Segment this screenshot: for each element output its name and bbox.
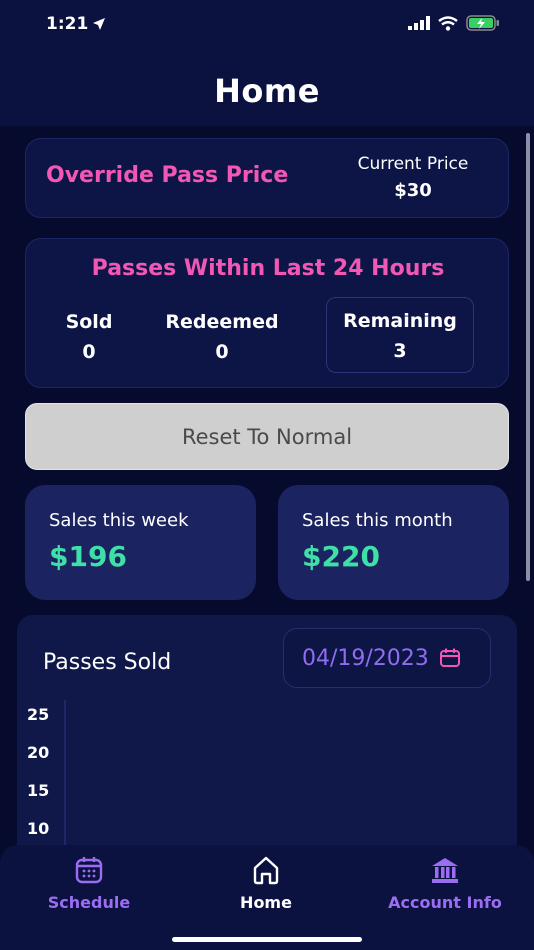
scrollbar[interactable] <box>526 133 530 581</box>
stat-redeemed: Redeemed 0 <box>144 311 300 363</box>
stat-sold: Sold 0 <box>54 311 124 363</box>
date-picker[interactable]: 04/19/2023 <box>283 628 491 688</box>
sales-month-label: Sales this month <box>302 510 453 531</box>
y-tick-label: 15 <box>27 781 50 800</box>
tab-schedule[interactable]: Schedule <box>30 855 148 912</box>
home-icon <box>253 856 279 885</box>
passes-sold-chart-card: Passes Sold 04/19/2023 25 20 15 10 <box>17 615 517 875</box>
sales-month-value: $220 <box>302 540 380 573</box>
tab-home-label: Home <box>240 893 292 912</box>
wifi-icon <box>438 15 458 31</box>
calendar-icon <box>75 857 103 884</box>
calendar-icon <box>439 648 460 667</box>
current-price-value: $30 <box>394 180 432 201</box>
passes-summary-title: Passes Within Last 24 Hours <box>91 256 445 281</box>
stat-redeemed-value: 0 <box>215 341 229 363</box>
stat-sold-label: Sold <box>65 311 113 333</box>
stat-remaining[interactable]: Remaining 3 <box>326 297 474 373</box>
stat-remaining-value: 3 <box>393 340 407 362</box>
stat-redeemed-label: Redeemed <box>165 311 279 333</box>
tab-bar: Schedule Home Account Info <box>0 845 534 950</box>
location-arrow-icon <box>93 18 106 30</box>
stat-remaining-label: Remaining <box>343 310 457 332</box>
status-icons <box>408 15 500 31</box>
stat-sold-value: 0 <box>82 341 96 363</box>
home-indicator <box>172 937 362 942</box>
status-time-group: 1:21 <box>46 14 106 34</box>
sales-week-value: $196 <box>49 540 127 573</box>
sales-week-card: Sales this week $196 <box>25 485 256 600</box>
tab-account-info[interactable]: Account Info <box>376 855 514 912</box>
passes-summary-card: Passes Within Last 24 Hours Sold 0 Redee… <box>25 238 509 388</box>
bank-icon <box>432 858 458 883</box>
override-pass-price-link[interactable]: Override Pass Price <box>46 163 288 188</box>
y-tick-label: 10 <box>27 819 50 838</box>
chart-title: Passes Sold <box>43 650 172 675</box>
reset-to-normal-button[interactable]: Reset To Normal <box>25 403 509 470</box>
status-bar: 1:21 <box>0 0 534 52</box>
override-pass-price-card[interactable]: Override Pass Price Current Price $30 <box>25 138 509 218</box>
battery-charging-icon <box>466 15 499 31</box>
y-tick-label: 20 <box>27 743 50 762</box>
sales-week-label: Sales this week <box>49 510 189 531</box>
tab-account-info-label: Account Info <box>388 893 502 912</box>
y-tick-label: 25 <box>27 705 50 724</box>
sales-month-card: Sales this month $220 <box>278 485 509 600</box>
status-time: 1:21 <box>46 14 89 34</box>
tab-home[interactable]: Home <box>216 855 316 912</box>
tab-schedule-label: Schedule <box>47 893 131 912</box>
current-price-label: Current Price <box>357 154 469 174</box>
chart-y-axis <box>64 700 66 850</box>
signal-icon <box>408 16 430 30</box>
page-title: Home <box>214 72 320 110</box>
date-picker-value: 04/19/2023 <box>302 645 429 671</box>
